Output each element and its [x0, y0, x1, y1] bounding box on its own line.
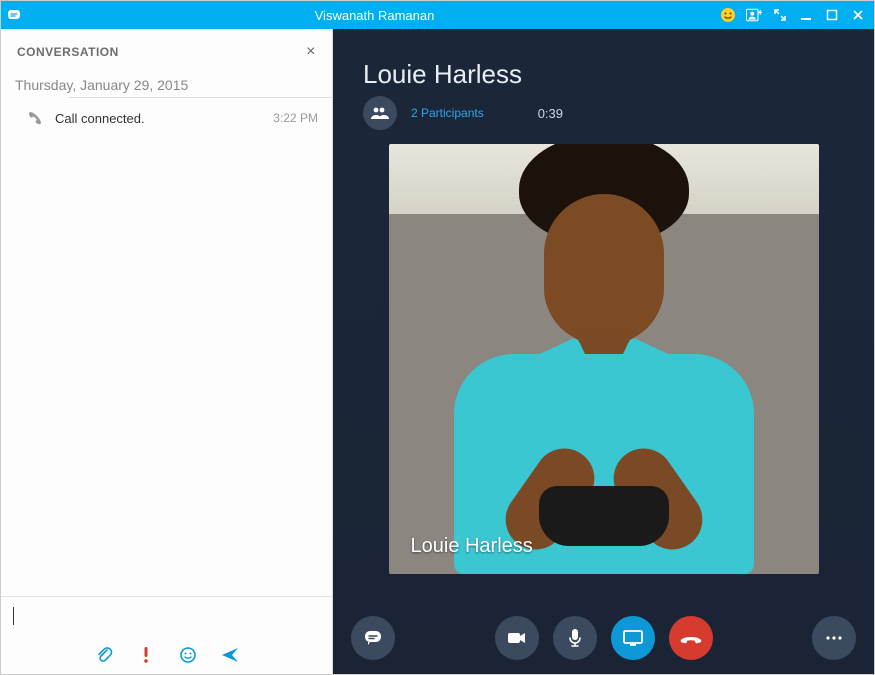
video-frame: Louie Harless: [389, 144, 819, 574]
close-conversation-button[interactable]: ×: [306, 43, 316, 61]
window-title: Viswanath Ramanan: [29, 8, 720, 23]
priority-icon[interactable]: [136, 645, 156, 665]
call-controls: [333, 616, 874, 660]
call-panel: Louie Harless 2 Participants 0:39: [333, 29, 874, 674]
video-button[interactable]: [495, 616, 539, 660]
conversation-header: CONVERSATION ×: [1, 29, 332, 67]
participants-label[interactable]: 2 Participants: [411, 106, 484, 120]
maximize-button[interactable]: [824, 7, 840, 23]
send-icon[interactable]: [220, 645, 240, 665]
call-subheader: 2 Participants 0:39: [363, 96, 874, 130]
minimize-button[interactable]: [798, 7, 814, 23]
conversation-date: Thursday, January 29, 2015: [1, 67, 332, 97]
close-button[interactable]: [850, 7, 866, 23]
message-input[interactable]: [1, 596, 332, 640]
peer-name: Louie Harless: [363, 59, 874, 90]
app-body: CONVERSATION × Thursday, January 29, 201…: [1, 29, 874, 674]
video-scene: [389, 144, 819, 574]
message-row: Call connected. 3:22 PM: [1, 98, 332, 130]
message-time: 3:22 PM: [273, 111, 318, 125]
message-text: Call connected.: [55, 111, 273, 126]
app-window: Viswanath Ramanan CONVER: [0, 0, 875, 675]
phone-icon: [15, 110, 55, 126]
title-bar: Viswanath Ramanan: [1, 1, 874, 29]
hangup-button[interactable]: [669, 616, 713, 660]
emoji-picker-icon[interactable]: [178, 645, 198, 665]
conversation-panel: CONVERSATION × Thursday, January 29, 201…: [1, 29, 333, 674]
emoji-icon[interactable]: [720, 7, 736, 23]
present-screen-button[interactable]: [611, 616, 655, 660]
window-controls: [720, 7, 874, 23]
text-cursor: [13, 607, 320, 625]
participants-button[interactable]: [363, 96, 397, 130]
call-header: Louie Harless 2 Participants 0:39: [333, 29, 874, 130]
conversation-spacer: [1, 130, 332, 596]
app-icon: [1, 7, 29, 23]
call-more-area: [812, 616, 856, 660]
compose-toolbar: [1, 640, 332, 674]
video-label: Louie Harless: [411, 535, 533, 558]
conversation-header-label: CONVERSATION: [17, 45, 119, 59]
add-contact-icon[interactable]: [746, 7, 762, 23]
more-button[interactable]: [812, 616, 856, 660]
attachment-icon[interactable]: [94, 645, 114, 665]
fullscreen-icon[interactable]: [772, 7, 788, 23]
mic-button[interactable]: [553, 616, 597, 660]
call-duration: 0:39: [538, 106, 563, 121]
